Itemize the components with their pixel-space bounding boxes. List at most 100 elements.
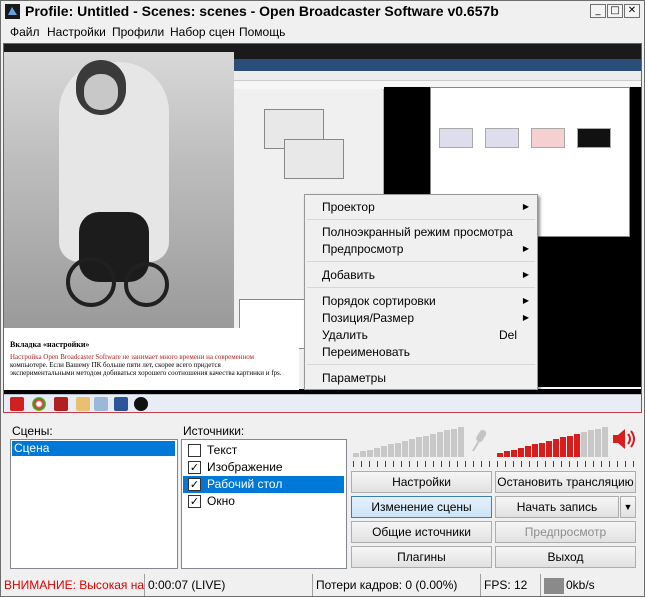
volume-bar [402,440,408,457]
volume-bar [388,444,394,457]
slider-tick [601,461,602,467]
microphone-icon[interactable] [467,427,491,453]
slider-tick [393,461,394,467]
slider-tick [457,461,458,467]
status-bar: ВНИМАНИЕ: Высокая нагр 0:00:07 (LIVE) По… [1,574,644,596]
slider-tick [593,461,594,467]
volume-bar [381,446,387,457]
slider-tick [505,461,506,467]
volume-bar [511,449,517,457]
volume-bar [504,451,510,457]
slider-tick [545,461,546,467]
volume-bar [430,433,436,457]
source-item-image[interactable]: ✓ Изображение [183,459,344,476]
settings-button[interactable]: Настройки [351,471,492,493]
mic-volume-meter[interactable] [353,425,465,457]
stream-preview[interactable]: Вкладка «настройки» Настройка Open Broad… [3,43,642,413]
recording-dropdown-button[interactable]: ▼ [620,496,636,518]
ctx-rename[interactable]: Переименовать [322,345,410,359]
slider-tick [385,461,386,467]
volume-bar [553,439,559,457]
volume-bar [395,442,401,457]
sources-list[interactable]: Текст ✓ Изображение ✓ Рабочий стол ✓ Окн… [181,439,347,569]
slider-tick [473,461,474,467]
menu-separator [307,364,535,365]
menu-profiles[interactable]: Профили [112,25,164,39]
scene-item[interactable]: Сцена [12,441,175,456]
source-item-window[interactable]: ✓ Окно [183,493,344,510]
start-recording-button[interactable]: Начать запись [495,496,619,518]
volume-bar [525,446,531,457]
slider-tick [537,461,538,467]
ctx-projector[interactable]: Проектор [322,200,375,214]
slider-tick [577,461,578,467]
minimize-button[interactable]: _ [590,4,606,18]
volume-bar [458,426,464,457]
ctx-add[interactable]: Добавить [322,268,375,282]
menu-scene-collection[interactable]: Набор сцен [170,25,235,39]
global-sources-button[interactable]: Общие источники [351,521,492,543]
volume-bar [588,430,594,457]
mic-volume-slider[interactable] [353,461,491,467]
exit-button[interactable]: Выход [495,546,636,568]
volume-bar [518,447,524,457]
source-checkbox[interactable]: ✓ [188,495,201,508]
slider-tick [353,461,354,467]
submenu-arrow-icon: ▶ [522,296,529,305]
ctx-position-size[interactable]: Позиция/Размер [322,311,414,325]
slider-tick [617,461,618,467]
slider-tick [521,461,522,467]
edit-scene-button[interactable]: Изменение сцены [351,496,492,518]
desktop-volume-slider[interactable] [497,461,635,467]
ctx-fullscreen-preview[interactable]: Полноэкранный режим просмотра [322,225,513,239]
slider-tick [625,461,626,467]
title-bar[interactable]: Profile: Untitled - Scenes: scenes - Ope… [1,1,644,22]
source-checkbox[interactable] [188,444,201,457]
folder-icon [76,397,90,411]
menu-separator [307,261,535,262]
source-checkbox[interactable]: ✓ [188,478,201,491]
slider-tick [553,461,554,467]
source-checkbox[interactable]: ✓ [188,461,201,474]
slider-tick [569,461,570,467]
ctx-sort-order[interactable]: Порядок сортировки [322,294,436,308]
slider-tick [409,461,410,467]
volume-bar [560,437,566,457]
ctx-properties[interactable]: Параметры [322,371,386,385]
status-dropped-frames: Потери кадров: 0 (0.00%) [313,574,481,596]
plugins-button[interactable]: Плагины [351,546,492,568]
source-item-text[interactable]: Текст [183,442,344,459]
menu-settings[interactable]: Настройки [47,25,106,39]
slider-tick [377,461,378,467]
ctx-delete[interactable]: Удалить [322,328,368,342]
menu-help[interactable]: Помощь [239,25,285,39]
status-bitrate: 0kb/s [566,578,595,592]
article-line: экспериментальными методом добиваться хо… [10,369,282,377]
desktop-volume-meter[interactable] [497,425,609,457]
volume-bar [602,426,608,457]
slider-tick [401,461,402,467]
volume-bar [546,440,552,457]
menu-file[interactable]: Файл [10,25,40,39]
slider-tick [449,461,450,467]
context-menu: Проектор ▶ Полноэкранный режим просмотра… [304,194,538,390]
scenes-list[interactable]: Сцена [10,439,178,569]
slider-tick [585,461,586,467]
close-button[interactable]: ✕ [624,4,640,18]
volume-bar [539,442,545,457]
ctx-preview[interactable]: Предпросмотр [322,242,403,256]
source-item-desktop[interactable]: ✓ Рабочий стол [183,476,344,493]
volume-bar [360,451,366,457]
submenu-arrow-icon: ▶ [522,313,529,322]
preview-button[interactable]: Предпросмотр [495,521,636,543]
volume-bar [451,428,457,457]
speaker-icon[interactable] [611,427,637,451]
slider-tick [417,461,418,467]
volume-bar [444,430,450,457]
obs-icon [134,397,148,411]
app-icon [94,397,108,411]
slider-tick [609,461,610,467]
stop-stream-button[interactable]: Остановить трансляцию [495,471,636,493]
scenes-label: Сцены: [12,424,53,438]
maximize-button[interactable]: □ [607,4,623,18]
